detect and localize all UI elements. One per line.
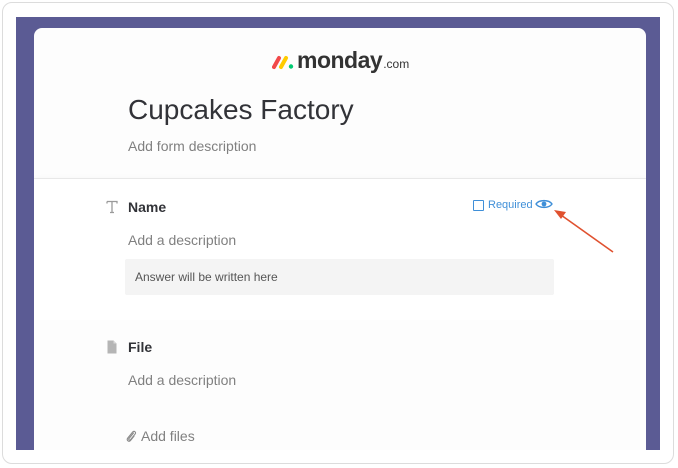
question-description[interactable]: Add a description (128, 232, 236, 248)
monday-logo-mark-icon (272, 56, 294, 69)
add-files-button[interactable]: Add files (125, 428, 195, 444)
answer-placeholder-field: Answer will be written here (125, 259, 554, 295)
form-description[interactable]: Add form description (128, 138, 256, 154)
question-label[interactable]: Name (128, 199, 166, 215)
required-label[interactable]: Required (488, 199, 533, 211)
paperclip-icon (126, 430, 137, 442)
monday-logo: monday .com (272, 47, 409, 77)
logo-wordmark: monday (297, 47, 383, 73)
add-files-label: Add files (141, 428, 195, 444)
question-file[interactable]: File Add a description Add files (34, 320, 646, 450)
required-toggle[interactable]: Required (473, 199, 533, 211)
question-label[interactable]: File (128, 339, 152, 355)
logo-domain: .com (383, 57, 410, 71)
required-checkbox[interactable] (473, 199, 484, 211)
text-icon (106, 200, 118, 214)
file-icon (107, 340, 117, 354)
eye-icon[interactable] (535, 198, 553, 210)
question-name[interactable]: Name Required Add a description Answer w… (34, 179, 646, 320)
question-description[interactable]: Add a description (128, 372, 236, 388)
form-title[interactable]: Cupcakes Factory (128, 94, 354, 126)
form-card: monday .com Cupcakes Factory Add form de… (34, 28, 646, 450)
